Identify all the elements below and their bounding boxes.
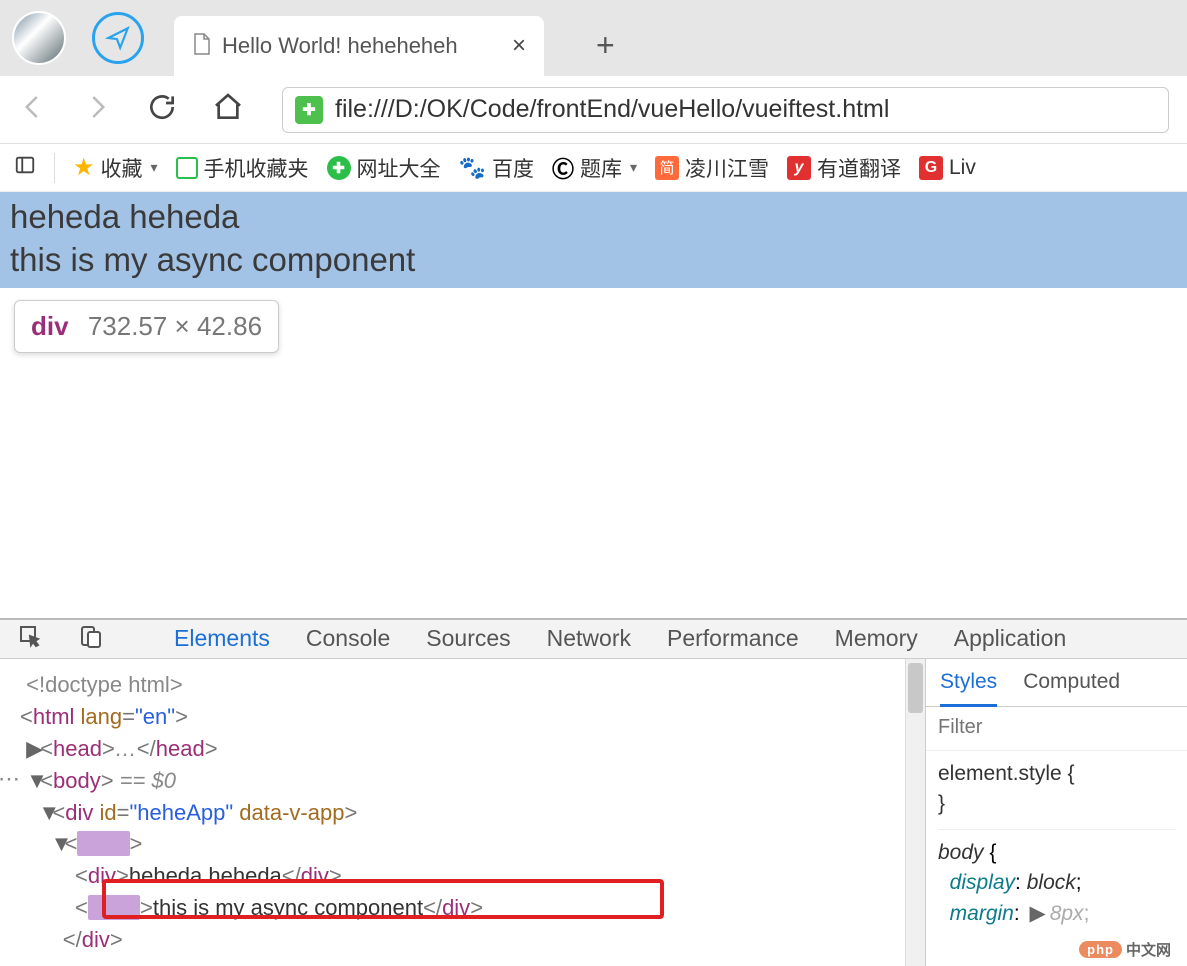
styles-panel: Styles Computed element.style { } body {…: [925, 659, 1187, 966]
tooltip-dimensions: 732.57 × 42.86: [88, 311, 262, 341]
star-icon: ★: [73, 153, 95, 182]
reload-button[interactable]: [146, 91, 178, 128]
bookmark-bar: ★收藏▾ 手机收藏夹 ✚网址大全 🐾百度 Ⓒ题库▾ 简凌川江雪 y有道翻译 GL…: [0, 144, 1187, 192]
page-line-2: this is my async component: [10, 239, 1179, 282]
bookmark-liv[interactable]: GLiv: [919, 156, 976, 180]
youdao-icon: y: [787, 156, 811, 180]
jian-icon: 简: [655, 156, 679, 180]
style-rules[interactable]: element.style { } body { display: block;…: [926, 751, 1187, 937]
tab-memory[interactable]: Memory: [835, 625, 918, 652]
tab-performance[interactable]: Performance: [667, 625, 799, 652]
bookmark-tiku[interactable]: Ⓒ题库▾: [552, 152, 637, 184]
url-text: file:///D:/OK/Code/frontEnd/vueHello/vue…: [335, 95, 889, 124]
tab-sources[interactable]: Sources: [426, 625, 510, 652]
watermark: php 中文网: [1079, 939, 1171, 960]
address-bar: ✚ file:///D:/OK/Code/frontEnd/vueHello/v…: [0, 76, 1187, 144]
bookmark-baidu[interactable]: 🐾百度: [459, 153, 534, 183]
devtools-panel: Elements Console Sources Network Perform…: [0, 618, 1187, 966]
back-button[interactable]: [18, 92, 48, 127]
home-button[interactable]: [212, 91, 244, 128]
forward-button[interactable]: [82, 92, 112, 127]
baidu-icon: 🐾: [459, 155, 486, 181]
tab-title: Hello World! heheheheh: [222, 33, 502, 59]
file-icon: [192, 32, 212, 61]
g-icon: G: [919, 156, 943, 180]
devtools-tabs: Elements Console Sources Network Perform…: [0, 620, 1187, 659]
devtools-body: ⋯ <!doctype html> <html lang="en"> ▶<hea…: [0, 659, 1187, 966]
tab-network[interactable]: Network: [547, 625, 631, 652]
bookmark-360[interactable]: ✚网址大全: [327, 153, 441, 183]
dom-tree[interactable]: ⋯ <!doctype html> <html lang="en"> ▶<hea…: [0, 659, 905, 966]
bookmark-youdao[interactable]: y有道翻译: [787, 153, 901, 183]
styles-tab-computed[interactable]: Computed: [1023, 670, 1120, 694]
tiku-icon: Ⓒ: [552, 152, 574, 184]
styles-tabs: Styles Computed: [926, 659, 1187, 707]
browser-tab[interactable]: Hello World! heheheheh ×: [174, 16, 544, 76]
inspect-icon[interactable]: [18, 624, 42, 654]
styles-tab-styles[interactable]: Styles: [940, 670, 997, 707]
dom-scrollbar[interactable]: [905, 659, 925, 966]
chevron-down-icon: ▾: [151, 159, 158, 176]
filter-input[interactable]: [938, 716, 1175, 739]
overflow-dots: ⋯: [0, 763, 22, 795]
bookmark-favorites[interactable]: ★收藏▾: [73, 153, 158, 183]
page-line-1: heheda heheda: [10, 196, 1179, 239]
bookmark-lingchuan[interactable]: 简凌川江雪: [655, 153, 769, 183]
profile-avatar[interactable]: [12, 11, 66, 65]
tab-strip: Hello World! heheheheh × +: [0, 0, 1187, 76]
shield-icon: ✚: [295, 96, 323, 124]
styles-filter[interactable]: [926, 707, 1187, 751]
tab-application[interactable]: Application: [954, 625, 1067, 652]
360-icon: ✚: [327, 156, 351, 180]
page-viewport: heheda heheda this is my async component…: [0, 192, 1187, 618]
tab-console[interactable]: Console: [306, 625, 390, 652]
send-icon[interactable]: [92, 12, 144, 64]
highlighted-element: heheda heheda this is my async component: [0, 192, 1187, 288]
chevron-down-icon: ▾: [630, 159, 637, 176]
close-icon[interactable]: ×: [512, 32, 526, 60]
inspect-tooltip: div 732.57 × 42.86: [14, 300, 279, 353]
device-icon[interactable]: [78, 624, 102, 654]
bookmark-mobile[interactable]: 手机收藏夹: [176, 153, 309, 183]
devtools-pin-icon[interactable]: [14, 154, 36, 182]
new-tab-button[interactable]: +: [596, 27, 615, 64]
mobile-icon: [176, 157, 198, 179]
tooltip-tag: div: [31, 311, 69, 341]
url-box[interactable]: ✚ file:///D:/OK/Code/frontEnd/vueHello/v…: [282, 87, 1169, 133]
